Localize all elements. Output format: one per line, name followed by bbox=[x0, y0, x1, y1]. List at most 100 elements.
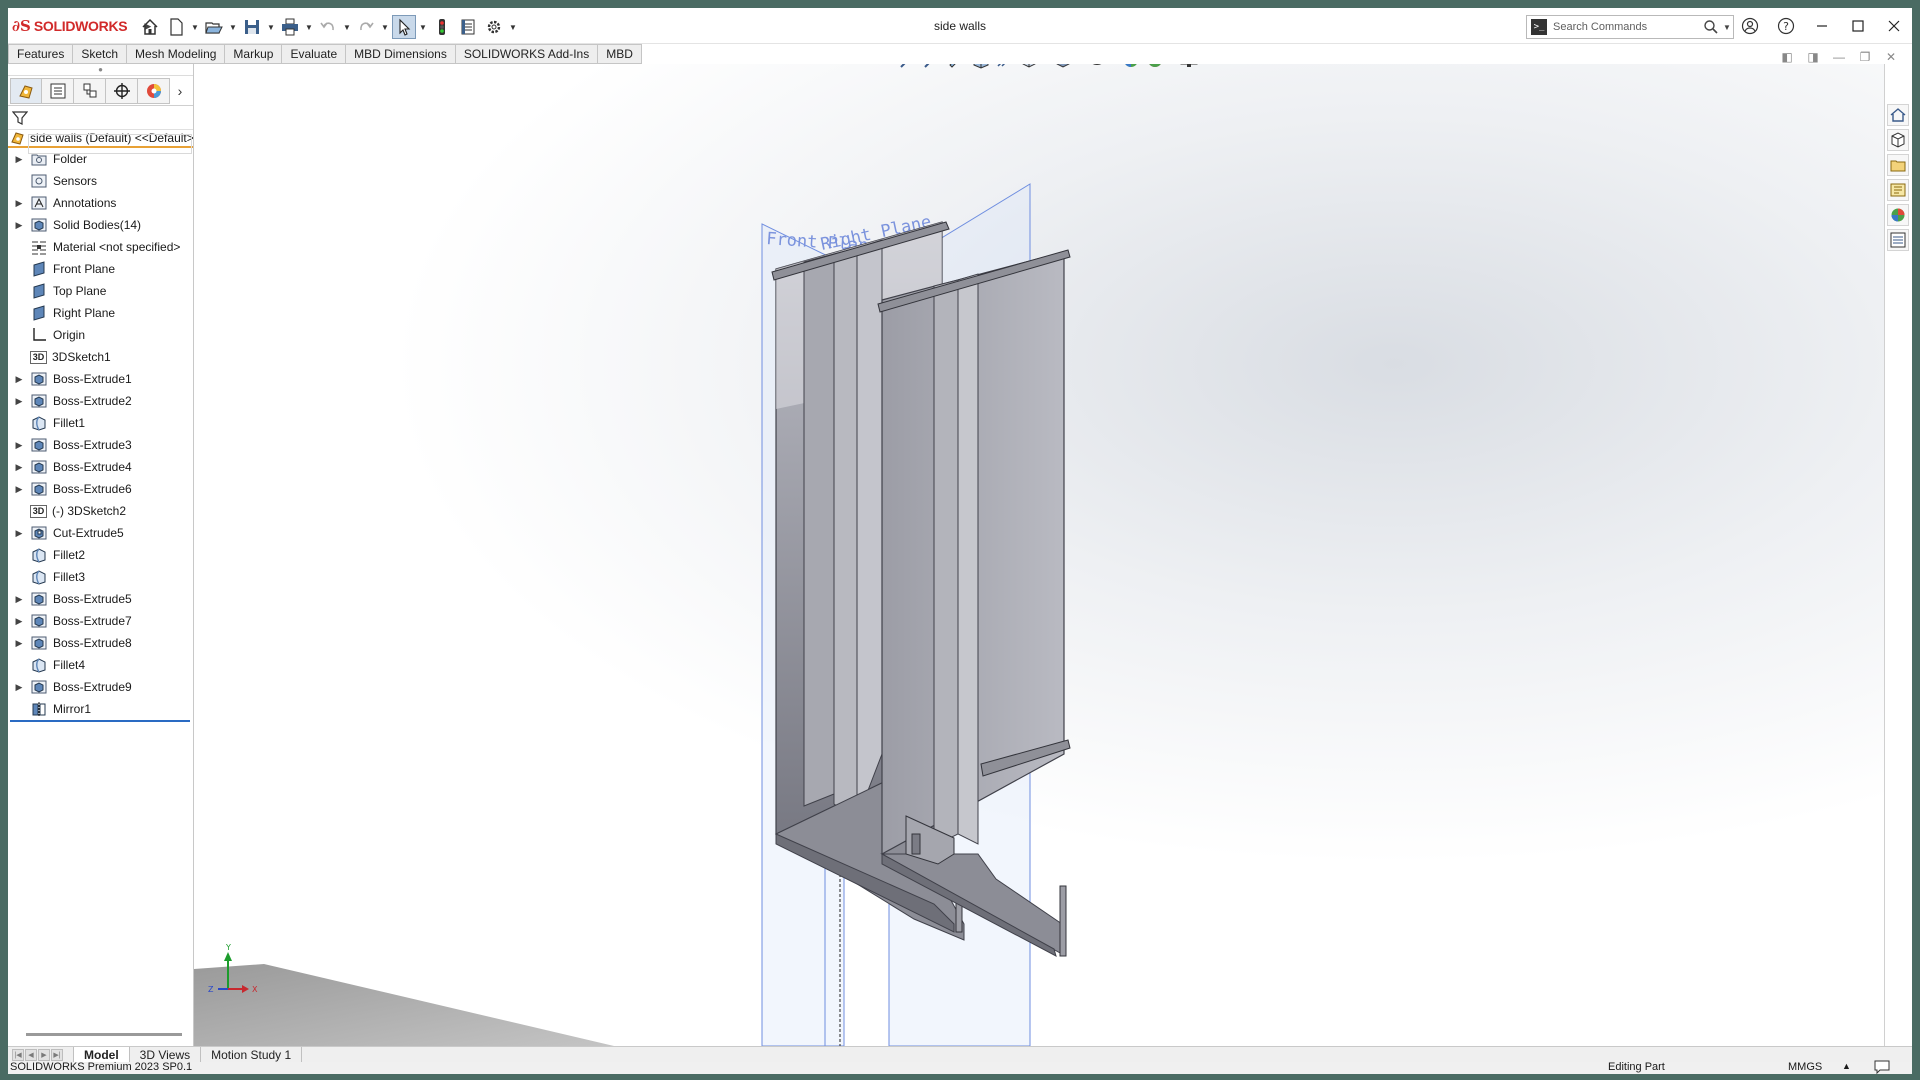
file-properties-button[interactable] bbox=[456, 15, 480, 39]
tree-item-sensors[interactable]: Sensors bbox=[8, 170, 193, 192]
select-button[interactable] bbox=[392, 15, 416, 39]
tree-item-folder[interactable]: ▶ Folder bbox=[8, 148, 193, 170]
tab-evaluate[interactable]: Evaluate bbox=[282, 44, 347, 64]
open-dropdown[interactable]: ▼ bbox=[228, 15, 238, 39]
open-button[interactable] bbox=[202, 15, 226, 39]
graphics-area[interactable]: Front Plane Right Plane Y X Z bbox=[194, 64, 1884, 1046]
previous-view-button[interactable] bbox=[946, 64, 968, 71]
rebuild-button[interactable] bbox=[430, 15, 454, 39]
new-dropdown[interactable]: ▼ bbox=[190, 15, 200, 39]
tree-item-fillet4[interactable]: Fillet4 bbox=[8, 654, 193, 676]
tab-motion-study-1[interactable]: Motion Study 1 bbox=[201, 1046, 303, 1063]
next-tab-icon[interactable]: ▶ bbox=[38, 1048, 50, 1061]
tree-item-origin[interactable]: Origin bbox=[8, 324, 193, 346]
tree-item-boss-extrude9[interactable]: ▶ Boss-Extrude9 bbox=[8, 676, 193, 698]
select-dropdown[interactable]: ▼ bbox=[418, 15, 428, 39]
maximize-button[interactable] bbox=[1840, 8, 1876, 44]
options-dropdown[interactable]: ▼ bbox=[508, 15, 518, 39]
doc-close-icon[interactable]: ✕ bbox=[1884, 50, 1898, 64]
account-button[interactable] bbox=[1732, 8, 1768, 44]
close-button[interactable] bbox=[1876, 8, 1912, 44]
expand-arrow-icon[interactable]: ▶ bbox=[12, 484, 26, 495]
search-input[interactable]: Search Commands bbox=[1547, 21, 1703, 33]
tree-item-front-plane[interactable]: Front Plane bbox=[8, 258, 193, 280]
first-tab-icon[interactable]: |◀ bbox=[12, 1048, 24, 1061]
tab-mbd[interactable]: MBD bbox=[598, 44, 642, 64]
tab-configuration-manager[interactable] bbox=[74, 77, 106, 104]
tree-item-cut-extrude5[interactable]: ▶ Cut-Extrude5 bbox=[8, 522, 193, 544]
rollback-bar[interactable] bbox=[10, 720, 190, 722]
expand-arrow-icon[interactable]: ▶ bbox=[12, 594, 26, 605]
expand-arrow-icon[interactable]: ▶ bbox=[12, 638, 26, 649]
redo-button[interactable] bbox=[354, 15, 378, 39]
zoom-to-area-button[interactable] bbox=[922, 64, 944, 71]
expand-arrow-icon[interactable]: ▶ bbox=[12, 154, 26, 165]
unit-system-up-icon[interactable]: ▲ bbox=[1842, 1061, 1851, 1071]
tab-dimxpert-manager[interactable] bbox=[106, 77, 138, 104]
tree-item-solid-bodies-14[interactable]: ▶ Solid Bodies(14) bbox=[8, 214, 193, 236]
hide-show-items-button[interactable] bbox=[1086, 64, 1108, 71]
tree-item-3dsketch2[interactable]: 3D (-) 3DSketch2 bbox=[8, 500, 193, 522]
undo-button[interactable] bbox=[316, 15, 340, 39]
tree-item-3dsketch1[interactable]: 3D 3DSketch1 bbox=[8, 346, 193, 368]
tab-display-manager[interactable] bbox=[138, 77, 170, 104]
options-button[interactable] bbox=[482, 15, 506, 39]
tree-item-fillet3[interactable]: Fillet3 bbox=[8, 566, 193, 588]
tab-markup[interactable]: Markup bbox=[225, 44, 283, 64]
more-tabs-chevron-icon[interactable]: › bbox=[170, 78, 190, 104]
zoom-to-fit-button[interactable] bbox=[898, 64, 920, 71]
expand-arrow-icon[interactable]: ▶ bbox=[12, 220, 26, 231]
tree-item-mirror1[interactable]: Mirror1 bbox=[8, 698, 193, 720]
design-library-button[interactable] bbox=[1887, 129, 1909, 151]
solidworks-logo[interactable]: ∂S SOLIDWORKS ▶ bbox=[12, 17, 151, 35]
tree-item-boss-extrude7[interactable]: ▶ Boss-Extrude7 bbox=[8, 610, 193, 632]
message-icon[interactable] bbox=[1874, 1060, 1890, 1074]
tree-item-boss-extrude6[interactable]: ▶ Boss-Extrude6 bbox=[8, 478, 193, 500]
expand-arrow-icon[interactable]: ▶ bbox=[12, 396, 26, 407]
view-palette-button[interactable] bbox=[1887, 179, 1909, 201]
view-orientation-button[interactable] bbox=[1018, 64, 1040, 71]
redo-dropdown[interactable]: ▼ bbox=[380, 15, 390, 39]
tree-item-right-plane[interactable]: Right Plane bbox=[8, 302, 193, 324]
tile-right-icon[interactable]: ◨ bbox=[1806, 50, 1820, 64]
view-settings-button[interactable] bbox=[1178, 64, 1200, 71]
minimize-button[interactable] bbox=[1804, 8, 1840, 44]
solidworks-resources-button[interactable] bbox=[1887, 104, 1909, 126]
expand-arrow-icon[interactable]: ▶ bbox=[12, 682, 26, 693]
panel-grip[interactable]: ● bbox=[8, 64, 193, 76]
tree-item-material-not-specified[interactable]: Material <not specified> bbox=[8, 236, 193, 258]
tree-item-fillet2[interactable]: Fillet2 bbox=[8, 544, 193, 566]
home-button[interactable] bbox=[138, 15, 162, 39]
tree-item-annotations[interactable]: ▶ Annotations bbox=[8, 192, 193, 214]
tab-property-manager[interactable] bbox=[42, 77, 74, 104]
apply-scene-button[interactable] bbox=[1144, 64, 1166, 71]
appearances-scenes-button[interactable] bbox=[1887, 204, 1909, 226]
last-tab-icon[interactable]: ▶| bbox=[51, 1048, 63, 1061]
tile-left-icon[interactable]: ◧ bbox=[1780, 50, 1794, 64]
tree-item-boss-extrude4[interactable]: ▶ Boss-Extrude4 bbox=[8, 456, 193, 478]
tree-item-top-plane[interactable]: Top Plane bbox=[8, 280, 193, 302]
search-icon[interactable] bbox=[1703, 19, 1719, 35]
expand-arrow-icon[interactable]: ▶ bbox=[12, 440, 26, 451]
expand-arrow-icon[interactable]: ▶ bbox=[12, 616, 26, 627]
save-dropdown[interactable]: ▼ bbox=[266, 15, 276, 39]
dynamic-annotation-button[interactable] bbox=[994, 64, 1016, 71]
filter-icon[interactable] bbox=[12, 110, 28, 126]
tab-feature-manager[interactable] bbox=[10, 77, 42, 104]
tab-features[interactable]: Features bbox=[8, 44, 74, 64]
tree-item-boss-extrude2[interactable]: ▶ Boss-Extrude2 bbox=[8, 390, 193, 412]
expand-arrow-icon[interactable]: ▶ bbox=[12, 198, 26, 209]
tab-solidworks-add-ins[interactable]: SOLIDWORKS Add-Ins bbox=[455, 44, 599, 64]
tree-item-boss-extrude5[interactable]: ▶ Boss-Extrude5 bbox=[8, 588, 193, 610]
expand-arrow-icon[interactable]: ▶ bbox=[12, 528, 26, 539]
save-button[interactable] bbox=[240, 15, 264, 39]
tree-item-boss-extrude8[interactable]: ▶ Boss-Extrude8 bbox=[8, 632, 193, 654]
horizontal-scrollbar[interactable] bbox=[26, 1033, 182, 1036]
tree-item-fillet1[interactable]: Fillet1 bbox=[8, 412, 193, 434]
new-document-button[interactable] bbox=[164, 15, 188, 39]
search-commands[interactable]: >_ Search Commands ▼ bbox=[1526, 15, 1734, 39]
tree-item-boss-extrude1[interactable]: ▶ Boss-Extrude1 bbox=[8, 368, 193, 390]
unit-system[interactable]: MMGS bbox=[1788, 1061, 1822, 1073]
tab-mbd-dimensions[interactable]: MBD Dimensions bbox=[346, 44, 456, 64]
doc-minimize-icon[interactable]: — bbox=[1832, 50, 1846, 64]
